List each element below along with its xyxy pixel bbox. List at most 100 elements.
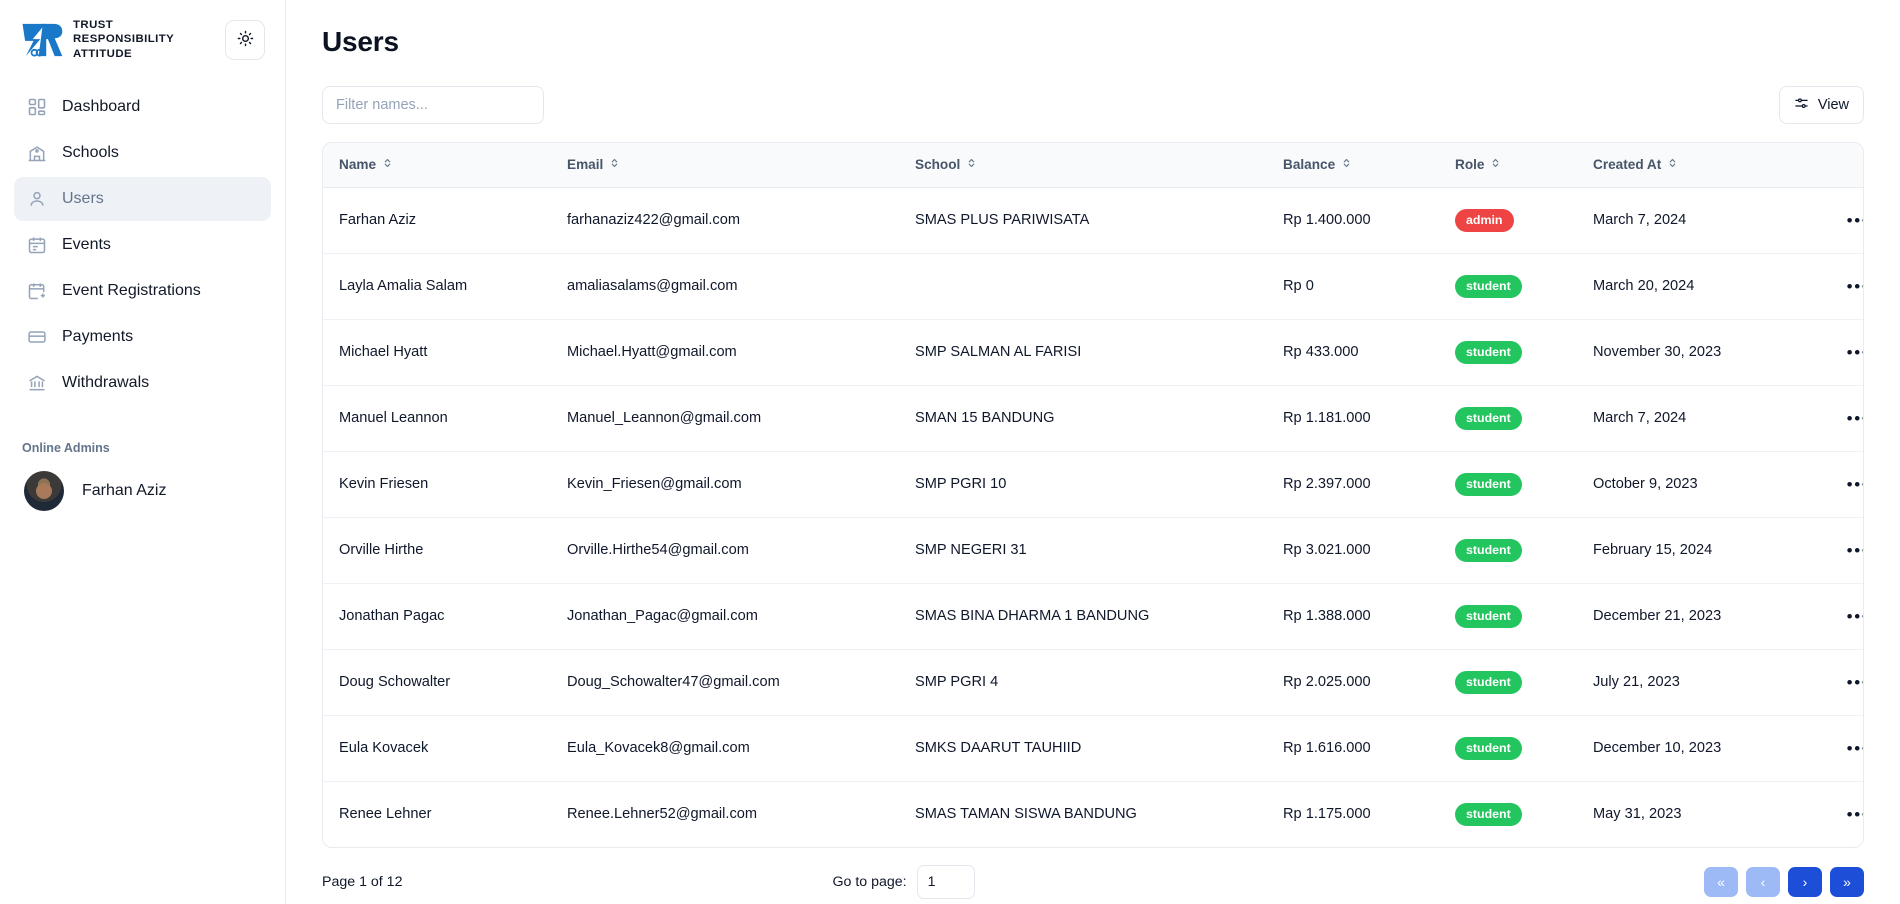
cell-name: Eula Kovacek xyxy=(323,715,551,781)
cell-role: student xyxy=(1439,385,1577,451)
online-admins-heading: Online Admins xyxy=(0,405,285,455)
last-page-button[interactable]: » xyxy=(1830,867,1864,897)
ellipsis-horizontal-icon[interactable]: ••• xyxy=(1843,272,1864,300)
theme-toggle-button[interactable] xyxy=(225,20,265,60)
column-header-role[interactable]: Role xyxy=(1439,143,1577,187)
column-header-name[interactable]: Name xyxy=(323,143,551,187)
sidebar-item-schools[interactable]: Schools xyxy=(14,131,271,175)
cell-balance: Rp 3.021.000 xyxy=(1267,517,1439,583)
cell-actions: ••• xyxy=(1827,451,1864,517)
column-label: Name xyxy=(339,157,376,172)
ellipsis-horizontal-icon[interactable]: ••• xyxy=(1843,338,1864,366)
cell-email: Renee.Lehner52@gmail.com xyxy=(551,781,899,847)
status-badge: admin xyxy=(1455,209,1514,232)
users-table-container: Name Email School Balance xyxy=(322,142,1864,848)
table-row[interactable]: Michael HyattMichael.Hyatt@gmail.comSMP … xyxy=(323,319,1864,385)
filter-names-input[interactable] xyxy=(322,86,544,124)
table-row[interactable]: Renee LehnerRenee.Lehner52@gmail.comSMAS… xyxy=(323,781,1864,847)
column-label: School xyxy=(915,157,960,172)
table-row[interactable]: Layla Amalia Salamamaliasalams@gmail.com… xyxy=(323,253,1864,319)
cell-school: SMP PGRI 4 xyxy=(899,649,1267,715)
sidebar-item-withdrawals[interactable]: Withdrawals xyxy=(14,361,271,405)
column-header-created-at[interactable]: Created At xyxy=(1577,143,1827,187)
view-options-button[interactable]: View xyxy=(1779,86,1864,124)
column-header-email[interactable]: Email xyxy=(551,143,899,187)
cell-actions: ••• xyxy=(1827,649,1864,715)
ellipsis-horizontal-icon[interactable]: ••• xyxy=(1843,602,1864,630)
cell-balance: Rp 1.388.000 xyxy=(1267,583,1439,649)
table-toolbar: View xyxy=(322,86,1864,124)
sidebar-item-label: Events xyxy=(62,236,111,254)
brand-line-2: RESPONSIBILITY xyxy=(73,32,174,46)
table-row[interactable]: Orville HirtheOrville.Hirthe54@gmail.com… xyxy=(323,517,1864,583)
ellipsis-horizontal-icon[interactable]: ••• xyxy=(1843,470,1864,498)
cell-school xyxy=(899,253,1267,319)
sidebar-item-users[interactable]: Users xyxy=(14,177,271,221)
table-row[interactable]: Doug SchowalterDoug_Schowalter47@gmail.c… xyxy=(323,649,1864,715)
calendar-plus-icon xyxy=(26,280,48,302)
online-admin-item[interactable]: Farhan Aziz xyxy=(0,455,285,511)
table-row[interactable]: Farhan Azizfarhanaziz422@gmail.comSMAS P… xyxy=(323,187,1864,253)
status-badge: student xyxy=(1455,275,1522,298)
cell-balance: Rp 2.397.000 xyxy=(1267,451,1439,517)
ellipsis-horizontal-icon[interactable]: ••• xyxy=(1843,206,1864,234)
status-badge: student xyxy=(1455,407,1522,430)
seven-r-monogram-logo-icon xyxy=(20,20,64,60)
brand[interactable]: TRUST RESPONSIBILITY ATTITUDE xyxy=(20,18,174,61)
cell-created-at: March 7, 2024 xyxy=(1577,187,1827,253)
sort-icon xyxy=(383,157,392,172)
table-row[interactable]: Jonathan PagacJonathan_Pagac@gmail.comSM… xyxy=(323,583,1864,649)
school-building-icon xyxy=(26,142,48,164)
sidebar-item-events[interactable]: Events xyxy=(14,223,271,267)
cell-created-at: December 10, 2023 xyxy=(1577,715,1827,781)
cell-name: Michael Hyatt xyxy=(323,319,551,385)
ellipsis-horizontal-icon[interactable]: ••• xyxy=(1843,734,1864,762)
previous-page-button: ‹ xyxy=(1746,867,1780,897)
cell-name: Jonathan Pagac xyxy=(323,583,551,649)
bank-icon xyxy=(26,372,48,394)
cell-email: Doug_Schowalter47@gmail.com xyxy=(551,649,899,715)
column-label: Balance xyxy=(1283,157,1335,172)
cell-balance: Rp 433.000 xyxy=(1267,319,1439,385)
column-header-balance[interactable]: Balance xyxy=(1267,143,1439,187)
cell-email: Jonathan_Pagac@gmail.com xyxy=(551,583,899,649)
cell-created-at: December 21, 2023 xyxy=(1577,583,1827,649)
cell-actions: ••• xyxy=(1827,583,1864,649)
table-row[interactable]: Eula KovacekEula_Kovacek8@gmail.comSMKS … xyxy=(323,715,1864,781)
credit-card-icon xyxy=(26,326,48,348)
cell-email: amaliasalams@gmail.com xyxy=(551,253,899,319)
view-button-label: View xyxy=(1818,97,1849,113)
cell-school: SMAS PLUS PARIWISATA xyxy=(899,187,1267,253)
app-root: TRUST RESPONSIBILITY ATTITUDE xyxy=(0,0,1900,904)
ellipsis-horizontal-icon[interactable]: ••• xyxy=(1843,800,1864,828)
ellipsis-horizontal-icon[interactable]: ••• xyxy=(1843,404,1864,432)
cell-school: SMP PGRI 10 xyxy=(899,451,1267,517)
cell-email: Manuel_Leannon@gmail.com xyxy=(551,385,899,451)
column-header-school[interactable]: School xyxy=(899,143,1267,187)
sort-icon xyxy=(610,157,619,172)
cell-name: Kevin Friesen xyxy=(323,451,551,517)
status-badge: student xyxy=(1455,473,1522,496)
first-page-button: « xyxy=(1704,867,1738,897)
cell-school: SMAN 15 BANDUNG xyxy=(899,385,1267,451)
next-page-button[interactable]: › xyxy=(1788,867,1822,897)
cell-role: student xyxy=(1439,253,1577,319)
goto-page-input[interactable] xyxy=(917,865,975,899)
cell-created-at: November 30, 2023 xyxy=(1577,319,1827,385)
ellipsis-horizontal-icon[interactable]: ••• xyxy=(1843,536,1864,564)
cell-name: Orville Hirthe xyxy=(323,517,551,583)
sidebar-item-dashboard[interactable]: Dashboard xyxy=(14,85,271,129)
cell-role: admin xyxy=(1439,187,1577,253)
sidebar-nav: Dashboard Schools Users xyxy=(0,73,285,405)
table-row[interactable]: Kevin FriesenKevin_Friesen@gmail.comSMP … xyxy=(323,451,1864,517)
table-row[interactable]: Manuel LeannonManuel_Leannon@gmail.comSM… xyxy=(323,385,1864,451)
cell-balance: Rp 1.181.000 xyxy=(1267,385,1439,451)
ellipsis-horizontal-icon[interactable]: ••• xyxy=(1843,668,1864,696)
sort-icon xyxy=(967,157,976,172)
cell-school: SMP NEGERI 31 xyxy=(899,517,1267,583)
sidebar-item-event-registrations[interactable]: Event Registrations xyxy=(14,269,271,313)
table-body: Farhan Azizfarhanaziz422@gmail.comSMAS P… xyxy=(323,187,1864,847)
sort-icon xyxy=(1491,157,1500,172)
cell-balance: Rp 2.025.000 xyxy=(1267,649,1439,715)
sidebar-item-payments[interactable]: Payments xyxy=(14,315,271,359)
